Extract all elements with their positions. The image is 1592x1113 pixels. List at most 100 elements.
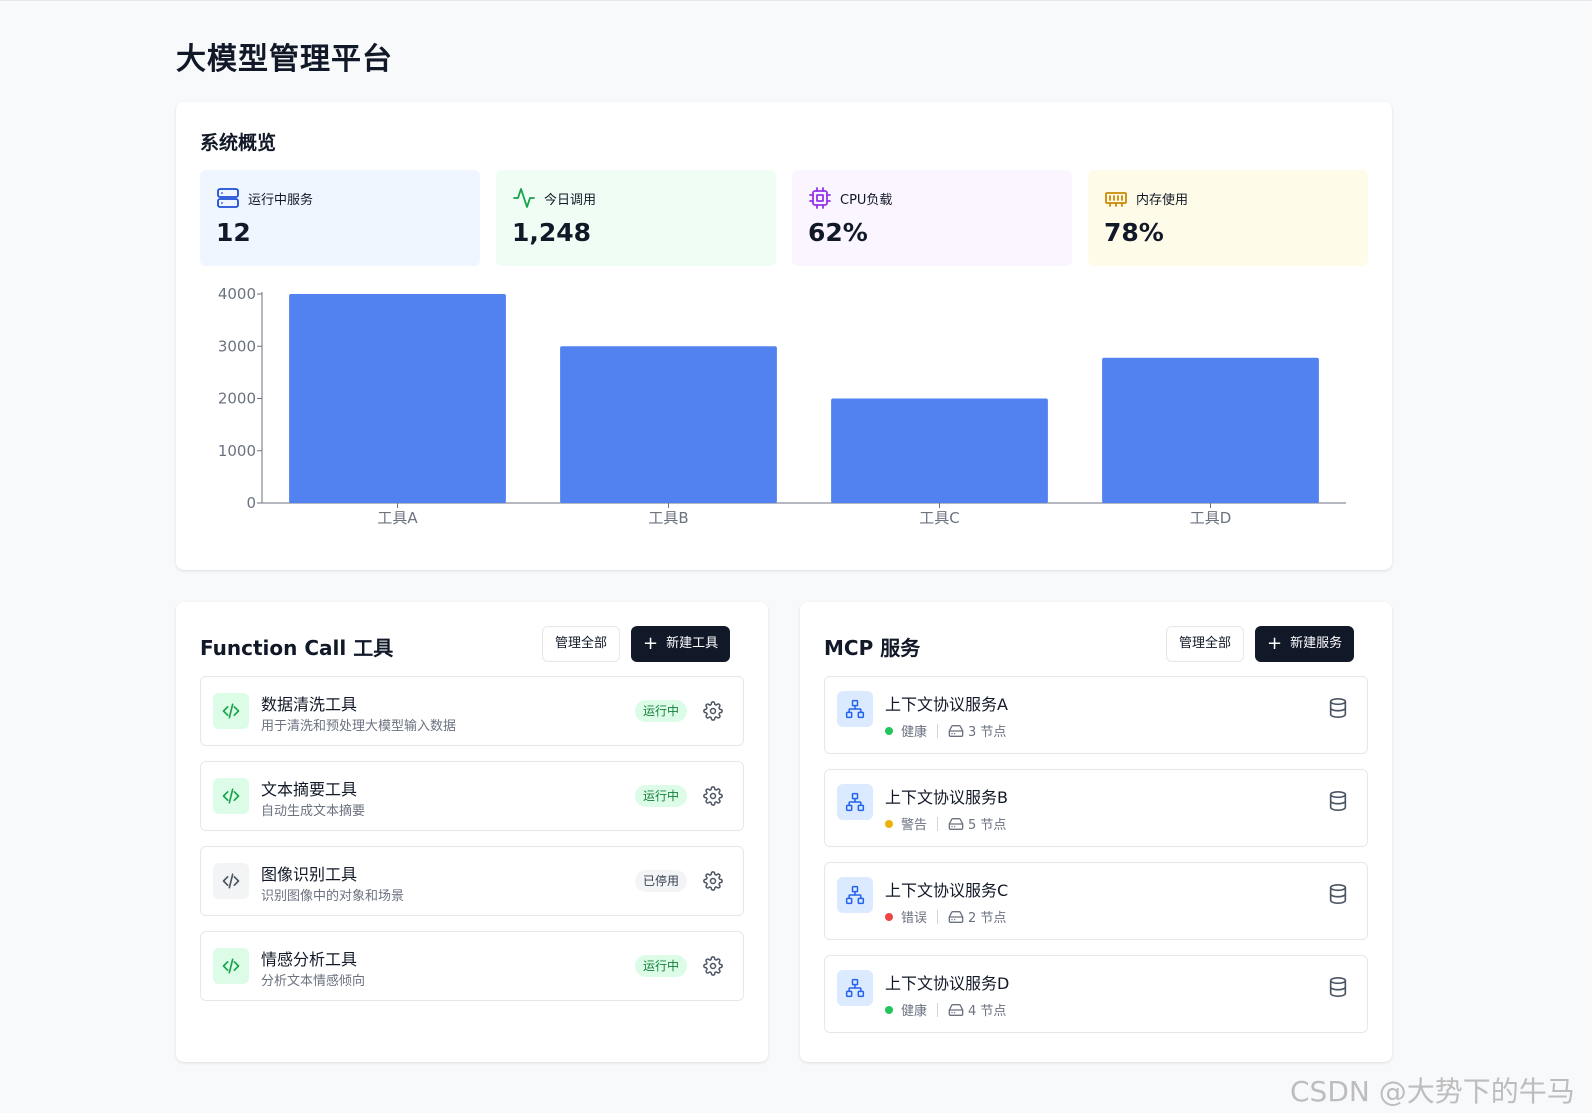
stat-today-calls: 今日调用 1,248: [496, 170, 776, 266]
service-meta: 健康 4 节点: [885, 1000, 1006, 1019]
database-icon[interactable]: [1327, 790, 1349, 812]
mcp-services-panel: MCP 服务 管理全部 + 新建服务 上下文协议服务A 健康 3 节点 上下文协…: [800, 602, 1392, 1062]
network-icon: [837, 877, 873, 913]
service-name: 上下文协议服务D: [885, 974, 1010, 993]
status-badge: 运行中: [634, 700, 687, 722]
overview-title: 系统概览: [200, 132, 277, 154]
service-name: 上下文协议服务B: [885, 788, 1008, 807]
y-tick-label: 3000: [218, 337, 256, 355]
network-icon: [837, 691, 873, 727]
health-status: 健康: [901, 725, 928, 740]
gear-icon[interactable]: [703, 701, 723, 721]
page-title: 大模型管理平台: [176, 42, 393, 77]
service-item[interactable]: 上下文协议服务C 错误 2 节点: [824, 862, 1368, 940]
stat-label: 内存使用: [1136, 193, 1189, 208]
network-icon: [837, 970, 873, 1006]
bar-工具A: [289, 294, 506, 503]
database-icon[interactable]: [1327, 976, 1349, 998]
divider: [937, 909, 939, 924]
health-status: 健康: [901, 1004, 928, 1019]
code-icon: [213, 863, 249, 899]
health-dot: [885, 1005, 893, 1014]
new-service-label: 新建服务: [1290, 636, 1343, 651]
top-border: [0, 0, 1592, 1]
code-icon: [213, 693, 249, 729]
hard-drive-icon: [948, 817, 964, 830]
hard-drive-icon: [948, 910, 964, 923]
health-dot: [885, 912, 893, 921]
divider: [937, 1002, 939, 1017]
y-tick-label: 0: [246, 494, 256, 512]
new-service-button[interactable]: + 新建服务: [1255, 626, 1355, 662]
network-icon: [837, 784, 873, 820]
stat-value: 62%: [808, 218, 868, 247]
tool-description: 识别图像中的对象和场景: [261, 889, 405, 904]
x-tick-label: 工具C: [919, 509, 959, 527]
tool-description: 自动生成文本摘要: [261, 804, 366, 819]
gear-icon[interactable]: [703, 871, 723, 891]
service-item[interactable]: 上下文协议服务A 健康 3 节点: [824, 676, 1368, 754]
tool-item[interactable]: 数据清洗工具 用于清洗和预处理大模型输入数据 运行中: [200, 676, 744, 746]
status-badge: 运行中: [634, 785, 687, 807]
plus-icon: +: [643, 633, 659, 654]
hard-drive-icon: [948, 1003, 964, 1016]
status-badge: 已停用: [634, 870, 687, 892]
bar-工具C: [831, 398, 1048, 503]
tool-description: 分析文本情感倾向: [261, 974, 366, 989]
stat-cpu-load: CPU负载 62%: [792, 170, 1072, 266]
server-icon: [217, 188, 239, 208]
tool-item[interactable]: 情感分析工具 分析文本情感倾向 运行中: [200, 931, 744, 1001]
code-icon: [213, 778, 249, 814]
node-count: 4 节点: [968, 1004, 1007, 1019]
database-icon[interactable]: [1327, 697, 1349, 719]
health-dot: [885, 819, 893, 828]
function-tools-title: Function Call 工具: [200, 636, 394, 660]
cpu-icon: [809, 187, 831, 209]
y-tick-label: 2000: [218, 390, 256, 408]
database-icon[interactable]: [1327, 883, 1349, 905]
plus-icon: +: [1267, 633, 1283, 654]
stat-running-services: 运行中服务 12: [200, 170, 480, 266]
memory-icon: [1105, 192, 1127, 207]
stat-memory-usage: 内存使用 78%: [1088, 170, 1368, 266]
code-icon: [213, 948, 249, 984]
stat-value: 1,248: [512, 218, 592, 247]
x-tick-label: 工具B: [648, 509, 688, 527]
y-tick-label: 4000: [218, 285, 256, 303]
x-tick-label: 工具D: [1190, 509, 1232, 527]
x-tick-label: 工具A: [377, 509, 418, 527]
tool-name: 情感分析工具: [261, 950, 358, 969]
hard-drive-icon: [948, 724, 964, 737]
health-dot: [885, 726, 893, 735]
node-count: 3 节点: [968, 725, 1007, 740]
service-item[interactable]: 上下文协议服务D 健康 4 节点: [824, 955, 1368, 1033]
health-status: 错误: [901, 911, 928, 926]
tool-item[interactable]: 图像识别工具 识别图像中的对象和场景 已停用: [200, 846, 744, 916]
tool-name: 文本摘要工具: [261, 780, 358, 799]
manage-all-tools-button[interactable]: 管理全部: [542, 626, 621, 662]
status-badge: 运行中: [634, 955, 687, 977]
service-meta: 错误 2 节点: [885, 907, 1006, 926]
new-tool-label: 新建工具: [666, 636, 719, 651]
bar-工具B: [560, 346, 777, 503]
tool-item[interactable]: 文本摘要工具 自动生成文本摘要 运行中: [200, 761, 744, 831]
tool-description: 用于清洗和预处理大模型输入数据: [261, 719, 457, 734]
new-tool-button[interactable]: + 新建工具: [631, 626, 731, 662]
gear-icon[interactable]: [703, 956, 723, 976]
activity-icon: [513, 188, 535, 208]
tool-name: 数据清洗工具: [261, 695, 358, 714]
divider: [937, 816, 939, 831]
function-tools-panel: Function Call 工具 管理全部 + 新建工具 数据清洗工具 用于清洗…: [176, 602, 768, 1062]
manage-all-services-button[interactable]: 管理全部: [1166, 626, 1245, 662]
watermark: CSDN @大势下的牛马: [1290, 1075, 1575, 1108]
bar-工具D: [1102, 357, 1319, 503]
overview-card: 系统概览 运行中服务 12 今日调用 1,248 CPU负载 62% 内存使用 …: [176, 102, 1392, 570]
stat-label: CPU负载: [840, 193, 893, 208]
stat-value: 12: [216, 218, 251, 247]
service-item[interactable]: 上下文协议服务B 警告 5 节点: [824, 769, 1368, 847]
gear-icon[interactable]: [703, 786, 723, 806]
service-name: 上下文协议服务A: [885, 695, 1008, 714]
health-status: 警告: [901, 818, 928, 833]
stat-label: 今日调用: [544, 193, 597, 208]
stat-value: 78%: [1104, 218, 1164, 247]
